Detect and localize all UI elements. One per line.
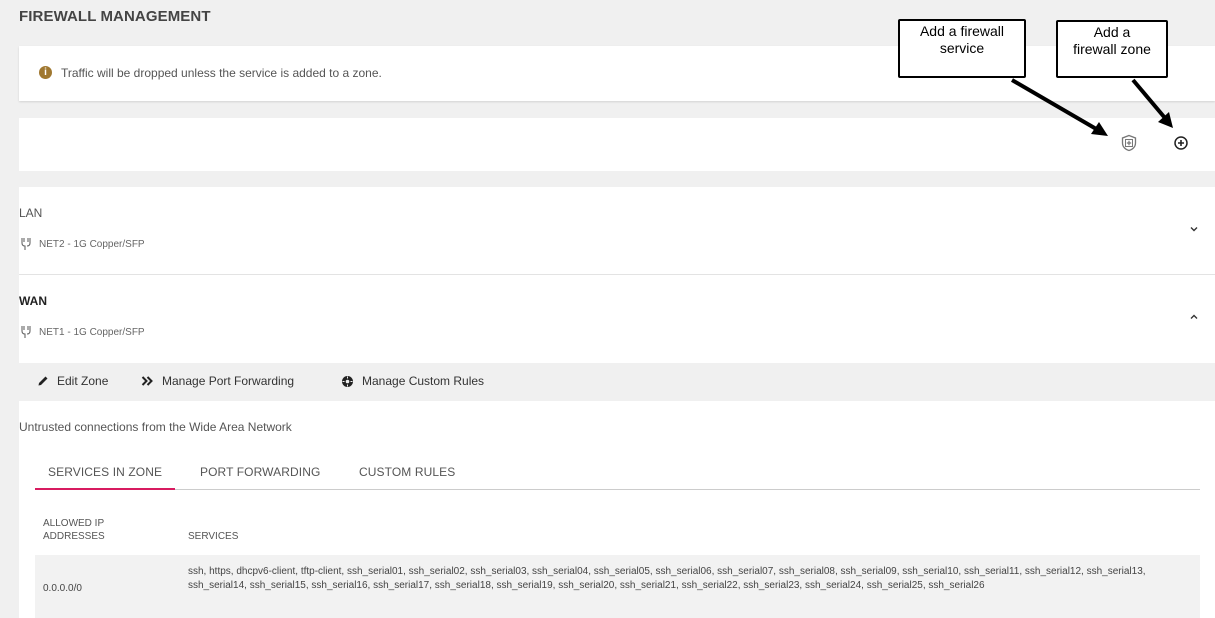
notice-text: Traffic will be dropped unless the servi… [61,66,382,80]
add-firewall-zone-button[interactable] [1173,135,1189,151]
edit-zone-label: Edit Zone [57,374,109,388]
tab-services-in-zone[interactable]: SERVICES IN ZONE [35,465,176,490]
zones-panel: LAN NET2 - 1G Copper/SFP WAN NET1 - 1G C… [19,187,1215,618]
network-port-icon [21,238,31,250]
callout-line: Add a firewall [919,23,1005,39]
plus-circle-icon [1174,136,1188,150]
manage-custom-rules-button[interactable]: Manage Custom Rules [341,374,484,388]
network-port-icon [21,326,31,338]
callout-line: firewall zone [1073,41,1151,57]
pencil-icon [38,376,48,386]
callout-line: Add a [1093,24,1131,40]
callout-add-service: Add a firewall service [898,19,1026,78]
zone-toolbar: Edit Zone Manage Port Forwarding Manage … [19,363,1215,401]
callout-line: service [939,40,985,56]
shield-plus-icon [1121,134,1137,152]
zone-wan[interactable]: WAN NET1 - 1G Copper/SFP [19,275,1215,363]
tab-port-forwarding[interactable]: PORT FORWARDING [200,465,320,479]
manage-custom-rules-label: Manage Custom Rules [362,374,485,388]
column-header-services: SERVICES [188,531,239,542]
double-chevron-right-icon [141,376,153,386]
zone-interface-label: NET2 - 1G Copper/SFP [39,238,145,250]
zone-interface-label: NET1 - 1G Copper/SFP [39,326,145,338]
table-row: 0.0.0.0/0 ssh, https, dhcpv6-client, tft… [35,555,1200,618]
page-title: FIREWALL MANAGEMENT [19,8,211,25]
cog-icon [342,375,353,387]
zone-tabs: SERVICES IN ZONE PORT FORWARDING CUSTOM … [35,453,1200,490]
manage-port-forwarding-button[interactable]: Manage Port Forwarding [141,374,294,388]
zone-interface: NET2 - 1G Copper/SFP [19,237,145,251]
info-icon: i [39,66,52,79]
edit-zone-button[interactable]: Edit Zone [37,374,108,388]
callout-add-zone: Add a firewall zone [1056,20,1168,78]
zone-actions-bar [19,118,1215,171]
cell-services: ssh, https, dhcpv6-client, tftp-client, … [188,566,1146,591]
chevron-up-icon[interactable] [1189,312,1199,322]
chevron-down-icon[interactable] [1189,224,1199,234]
notice-banner: i Traffic will be dropped unless the ser… [19,46,1215,101]
column-header-ip: ALLOWED IP ADDRESSES [43,517,105,543]
manage-port-forwarding-label: Manage Port Forwarding [162,374,295,388]
cell-allowed-ip: 0.0.0.0/0 [43,583,82,594]
zone-lan[interactable]: LAN NET2 - 1G Copper/SFP [19,187,1215,275]
zone-name: LAN [19,206,43,220]
tab-custom-rules[interactable]: CUSTOM RULES [359,465,455,479]
column-header-ip-line: ALLOWED IP [43,518,105,529]
zone-interface: NET1 - 1G Copper/SFP [19,325,145,339]
add-firewall-service-button[interactable] [1120,134,1138,152]
zone-description: Untrusted connections from the Wide Area… [19,420,292,434]
column-header-ip-line: ADDRESSES [43,531,105,542]
zone-name: WAN [19,294,47,308]
